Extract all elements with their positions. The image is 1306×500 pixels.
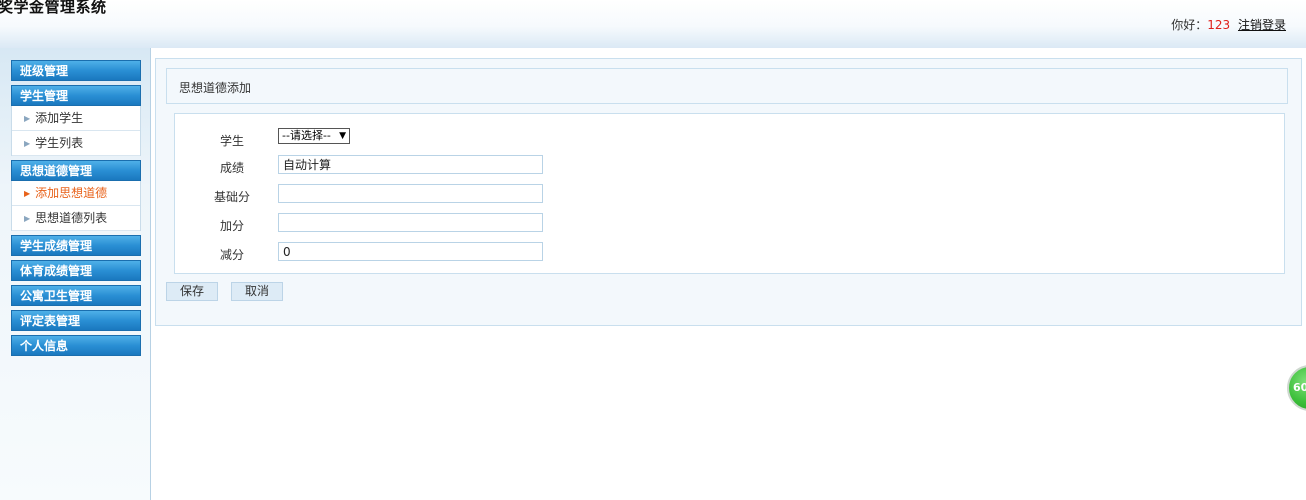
menu-group-grades[interactable]: 学生成绩管理 (11, 235, 141, 256)
arrow-right-icon: ▶ (24, 139, 31, 148)
main-panel: 思想道德添加 学生 --请选择-- ▼ 成绩 基础分 加分 减分 (155, 58, 1302, 326)
menu-group-evaluation[interactable]: 评定表管理 (11, 310, 141, 331)
score-input[interactable] (278, 155, 543, 174)
arrow-right-icon: ▶ (24, 114, 31, 123)
sidebar: 班级管理 学生管理 ▶ 添加学生 ▶ 学生列表 思想道德管理 ▶ 添加思想道德 ▶ 思想… (0, 48, 151, 500)
sidebar-item-morality-list[interactable]: ▶ 思想道德列表 (12, 206, 140, 231)
base-score-input[interactable] (278, 184, 543, 203)
caret-down-icon: ▼ (339, 131, 346, 141)
cancel-button[interactable]: 取消 (231, 282, 283, 301)
menu-group-dorm[interactable]: 公寓卫生管理 (11, 285, 141, 306)
sidebar-item-label: 添加思想道德 (35, 186, 108, 200)
menu-group-sports[interactable]: 体育成绩管理 (11, 260, 141, 281)
base-score-label: 基础分 (213, 190, 250, 204)
bonus-label: 加分 (219, 219, 244, 233)
floating-badge[interactable]: 60 (1287, 365, 1306, 411)
student-select[interactable]: --请选择-- ▼ (278, 128, 350, 144)
submenu-morality: ▶ 添加思想道德 ▶ 思想道德列表 (11, 181, 141, 231)
deduct-label: 减分 (219, 248, 244, 262)
submenu-student: ▶ 添加学生 ▶ 学生列表 (11, 106, 141, 156)
app-title: 奖学金管理系统 (0, 0, 107, 16)
sidebar-menu: 班级管理 学生管理 ▶ 添加学生 ▶ 学生列表 思想道德管理 ▶ 添加思想道德 ▶ 思想… (11, 60, 141, 356)
arrow-right-icon: ▶ (24, 214, 31, 223)
form-area: 学生 --请选择-- ▼ 成绩 基础分 加分 减分 (174, 113, 1285, 274)
menu-group-profile[interactable]: 个人信息 (11, 335, 141, 356)
sidebar-item-student-list[interactable]: ▶ 学生列表 (12, 131, 140, 156)
score-label: 成绩 (219, 161, 244, 175)
sidebar-item-label: 思想道德列表 (35, 211, 108, 225)
header: 奖学金管理系统 你好：123 注销登录 (0, 0, 1306, 48)
logout-link[interactable]: 注销登录 (1238, 18, 1286, 32)
username: 123 (1207, 18, 1231, 32)
greeting-label: 你好： (1171, 18, 1208, 32)
sidebar-item-label: 添加学生 (35, 111, 84, 125)
student-select-value: --请选择-- (282, 129, 331, 142)
save-button[interactable]: 保存 (166, 282, 218, 301)
menu-group-class[interactable]: 班级管理 (11, 60, 141, 81)
deduct-input[interactable] (278, 242, 543, 261)
sidebar-item-add-student[interactable]: ▶ 添加学生 (12, 106, 140, 131)
menu-group-student[interactable]: 学生管理 (11, 85, 141, 106)
user-area: 你好：123 注销登录 (1171, 16, 1286, 33)
sidebar-item-label: 学生列表 (35, 136, 84, 150)
menu-group-morality[interactable]: 思想道德管理 (11, 160, 141, 181)
bonus-input[interactable] (278, 213, 543, 232)
panel-header: 思想道德添加 (166, 68, 1288, 104)
arrow-right-icon: ▶ (24, 189, 31, 198)
page-title: 思想道德添加 (179, 81, 252, 95)
student-label: 学生 (219, 134, 244, 148)
sidebar-item-add-morality[interactable]: ▶ 添加思想道德 (12, 181, 140, 206)
